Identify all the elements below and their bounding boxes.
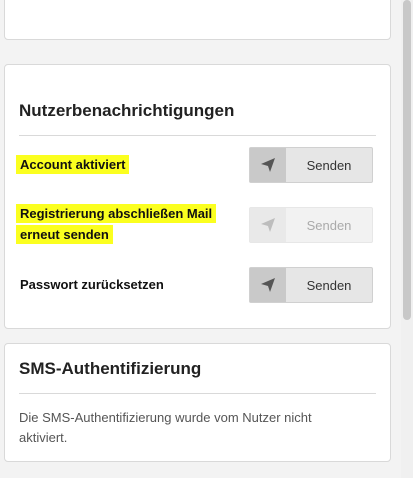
row-label-text: Account aktiviert <box>16 155 130 174</box>
paper-plane-icon <box>250 268 286 302</box>
row-label-account-activated: Account aktiviert <box>16 154 230 175</box>
user-notifications-card: Nutzerbenachrichtigungen Account aktivie… <box>4 64 391 329</box>
sms-authentication-card: SMS-Authentifizierung Die SMS-Authentifi… <box>4 343 391 462</box>
sms-authentication-title: SMS-Authentifizierung <box>19 359 202 378</box>
row-label-reset-password: Passwort zurücksetzen <box>20 274 230 295</box>
row-label-resend-registration: Registrierung abschließen Mail erneut se… <box>16 203 230 245</box>
scrollbar-thumb[interactable] <box>403 0 411 320</box>
row-label-text: Registrierung abschließen Mail erneut se… <box>16 204 217 244</box>
user-notifications-title: Nutzerbenachrichtigungen <box>19 101 235 120</box>
send-button-account-activated[interactable]: Senden <box>249 147 373 183</box>
send-button-label: Senden <box>306 157 352 173</box>
sms-status-text: Die SMS-Authentifizierung wurde vom Nutz… <box>19 410 312 445</box>
send-button-label: Senden <box>306 277 352 293</box>
send-button-label: Senden <box>306 217 352 233</box>
paper-plane-icon <box>250 148 286 182</box>
send-button-reset-password[interactable]: Senden <box>249 267 373 303</box>
divider <box>19 393 376 394</box>
divider <box>19 135 376 136</box>
paper-plane-icon <box>250 208 286 242</box>
previous-card <box>4 0 391 40</box>
send-button-resend-registration[interactable]: Senden <box>249 207 373 243</box>
row-label-text: Passwort zurücksetzen <box>20 277 164 292</box>
